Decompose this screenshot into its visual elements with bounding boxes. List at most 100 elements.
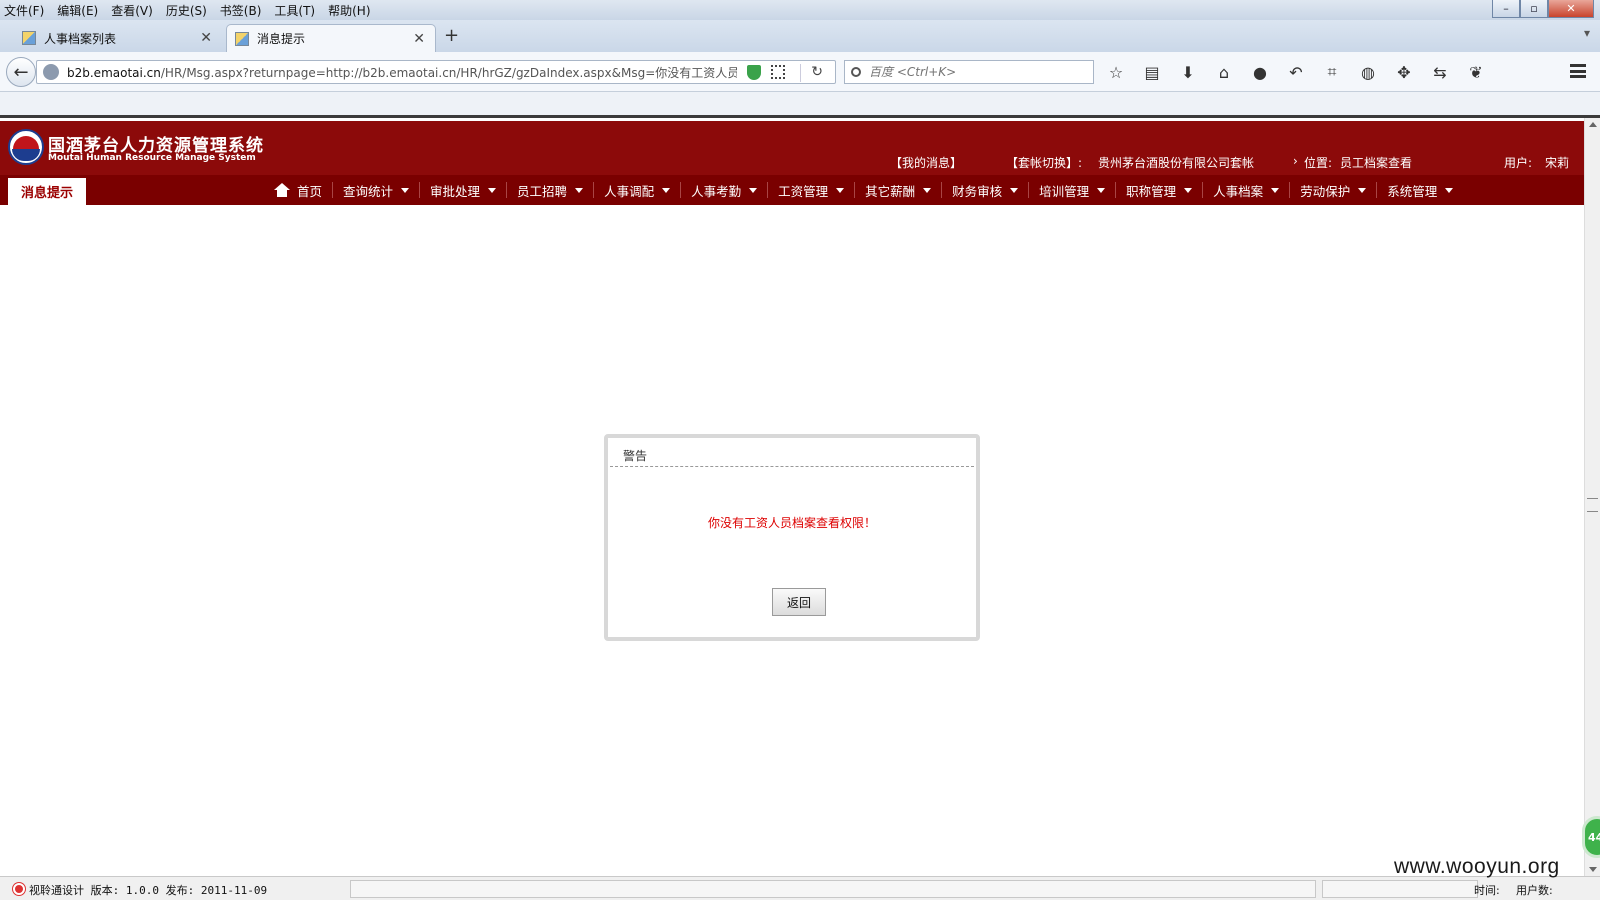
- system-title-en: Moutai Human Resource Manage System: [48, 153, 256, 163]
- nav-approval[interactable]: 审批处理: [420, 182, 508, 199]
- page-content: 国酒茅台人力资源管理系统 Moutai Human Resource Manag…: [0, 121, 1584, 876]
- url-text[interactable]: b2b.emaotai.cn/HR/Msg.aspx?returnpage=ht…: [67, 64, 737, 81]
- nav-label: 员工招聘: [517, 183, 568, 199]
- nav-other-compensation[interactable]: 其它薪酬: [855, 182, 943, 199]
- chat-icon[interactable]: ●: [1249, 63, 1271, 82]
- new-tab-button[interactable]: +: [444, 25, 459, 46]
- chevron-down-icon: [1097, 187, 1106, 193]
- home-icon[interactable]: ⌂: [1213, 63, 1235, 82]
- menu-history[interactable]: 历史(S): [166, 2, 207, 19]
- favicon-icon: [235, 31, 249, 46]
- chevron-down-icon: [575, 187, 584, 193]
- account-switch-value[interactable]: 贵州茅台酒股份有限公司套帐: [1098, 154, 1254, 171]
- download-icon[interactable]: ⬇: [1177, 63, 1199, 82]
- bookmark-star-icon[interactable]: ☆: [1105, 63, 1127, 82]
- location-value: 员工档案查看: [1340, 156, 1413, 170]
- close-window-button[interactable]: ✕: [1548, 0, 1594, 18]
- my-messages-link[interactable]: 【我的消息】: [890, 154, 962, 171]
- scroll-grip[interactable]: [1587, 498, 1598, 512]
- watermark: www.wooyun.org: [1394, 855, 1560, 878]
- qr-code-icon[interactable]: [771, 65, 785, 79]
- menu-tools[interactable]: 工具(T): [274, 2, 315, 19]
- tab-strip-controls: ▾: [1584, 26, 1590, 40]
- warning-dialog: 警告 你没有工资人员档案查看权限！ 返回: [604, 434, 980, 641]
- nav-recruitment[interactable]: 员工招聘: [507, 182, 595, 199]
- nav-personnel-files[interactable]: 人事档案: [1203, 182, 1291, 199]
- divider: [800, 64, 801, 82]
- account-switch-label: 【套帐切换】:: [1006, 156, 1083, 170]
- maximize-button[interactable]: ▫: [1520, 0, 1548, 18]
- search-box[interactable]: [844, 60, 1094, 84]
- nav-payroll[interactable]: 工资管理: [768, 182, 856, 199]
- comment-icon[interactable]: ◍: [1357, 63, 1379, 82]
- return-button[interactable]: 返回: [772, 588, 826, 616]
- hamburger-menu-icon[interactable]: [1570, 64, 1586, 78]
- nav-label: 工资管理: [778, 183, 829, 199]
- reading-list-icon[interactable]: ▤: [1141, 63, 1163, 82]
- nav-label: 劳动保护: [1300, 183, 1351, 199]
- chevron-down-icon: [401, 187, 410, 193]
- main-menu: 首页 查询统计 审批处理 员工招聘 人事调配 人事考勤 工资管理 其它薪酬 财务…: [264, 175, 1463, 205]
- nav-label: 人事考勤: [691, 183, 742, 199]
- nav-finance-audit[interactable]: 财务审核: [942, 182, 1030, 199]
- tab-message[interactable]: 消息提示 ✕: [226, 24, 436, 52]
- user-label: 用户:: [1504, 156, 1533, 170]
- menu-edit[interactable]: 编辑(E): [57, 2, 98, 19]
- nav-titles[interactable]: 职称管理: [1116, 182, 1204, 199]
- nav-label: 人事调配: [604, 183, 655, 199]
- chevron-down-icon: [1184, 187, 1193, 193]
- close-tab-icon[interactable]: ✕: [413, 31, 425, 47]
- search-icon: [851, 67, 861, 77]
- menu-bookmarks[interactable]: 书签(B): [220, 2, 262, 19]
- minimize-button[interactable]: –: [1492, 0, 1520, 18]
- location-arrow-icon: ›: [1293, 154, 1298, 168]
- address-bar[interactable]: b2b.emaotai.cn/HR/Msg.aspx?returnpage=ht…: [36, 60, 836, 84]
- chevron-down-icon: [1358, 187, 1367, 193]
- scroll-up-icon[interactable]: [1589, 122, 1597, 127]
- dialog-title: 警告: [610, 438, 974, 467]
- nav-label: 培训管理: [1039, 183, 1090, 199]
- plugin-icon[interactable]: ✥: [1393, 63, 1415, 82]
- bookmarks-bar: [0, 92, 1600, 118]
- close-tab-icon[interactable]: ✕: [200, 30, 212, 46]
- list-all-tabs-icon[interactable]: ▾: [1584, 26, 1590, 40]
- chevron-down-icon: [749, 187, 758, 193]
- menu-view[interactable]: 查看(V): [111, 2, 153, 19]
- search-input[interactable]: [869, 65, 1069, 79]
- browser-menubar: 文件(F) 编辑(E) 查看(V) 历史(S) 书签(B) 工具(T) 帮助(H…: [0, 0, 1600, 20]
- site-identity-icon[interactable]: [43, 64, 59, 80]
- sync-icon[interactable]: ⇆: [1429, 63, 1451, 82]
- nav-label: 系统管理: [1387, 183, 1438, 199]
- shield-icon[interactable]: [747, 65, 761, 80]
- version-info: 视聆通设计 版本: 1.0.0 发布: 2011-11-09: [29, 884, 268, 897]
- vertical-scrollbar[interactable]: [1584, 118, 1600, 876]
- nav-personnel-allocation[interactable]: 人事调配: [594, 182, 682, 199]
- user-value: 宋莉: [1545, 156, 1570, 170]
- status-bar: 视聆通设计 版本: 1.0.0 发布: 2011-11-09 时间: 用户数:: [0, 876, 1600, 900]
- undo-icon[interactable]: ↶: [1285, 63, 1307, 82]
- extension-icon[interactable]: ❦: [1465, 63, 1487, 82]
- back-button[interactable]: ←: [6, 57, 36, 87]
- nav-query-stats[interactable]: 查询统计: [333, 182, 421, 199]
- nav-attendance[interactable]: 人事考勤: [681, 182, 769, 199]
- nav-labor-protection[interactable]: 劳动保护: [1290, 182, 1378, 199]
- menu-help[interactable]: 帮助(H): [328, 2, 370, 19]
- menu-file[interactable]: 文件(F): [4, 2, 44, 19]
- browser-navbar: ← b2b.emaotai.cn/HR/Msg.aspx?returnpage=…: [0, 52, 1600, 92]
- reload-icon[interactable]: ↻: [811, 64, 823, 80]
- nav-label: 人事档案: [1213, 183, 1264, 199]
- nav-label: 审批处理: [430, 183, 481, 199]
- floating-badge[interactable]: 44: [1582, 816, 1600, 858]
- nav-label: 职称管理: [1126, 183, 1177, 199]
- current-page-tab[interactable]: 消息提示: [8, 178, 86, 205]
- dialog-message: 你没有工资人员档案查看权限！: [707, 516, 876, 530]
- scroll-down-icon[interactable]: [1589, 867, 1597, 872]
- nav-training[interactable]: 培训管理: [1029, 182, 1117, 199]
- nav-home[interactable]: 首页: [264, 182, 334, 199]
- toolbar-icons: ☆ ▤ ⬇ ⌂ ● ↶ ⌗ ◍ ✥ ⇆ ❦: [1105, 62, 1487, 82]
- chevron-down-icon: [662, 187, 671, 193]
- crop-icon[interactable]: ⌗: [1321, 62, 1343, 81]
- nav-system-management[interactable]: 系统管理: [1377, 182, 1463, 199]
- status-field: [350, 880, 1316, 898]
- tab-personnel-list[interactable]: 人事档案列表 ✕: [14, 24, 222, 52]
